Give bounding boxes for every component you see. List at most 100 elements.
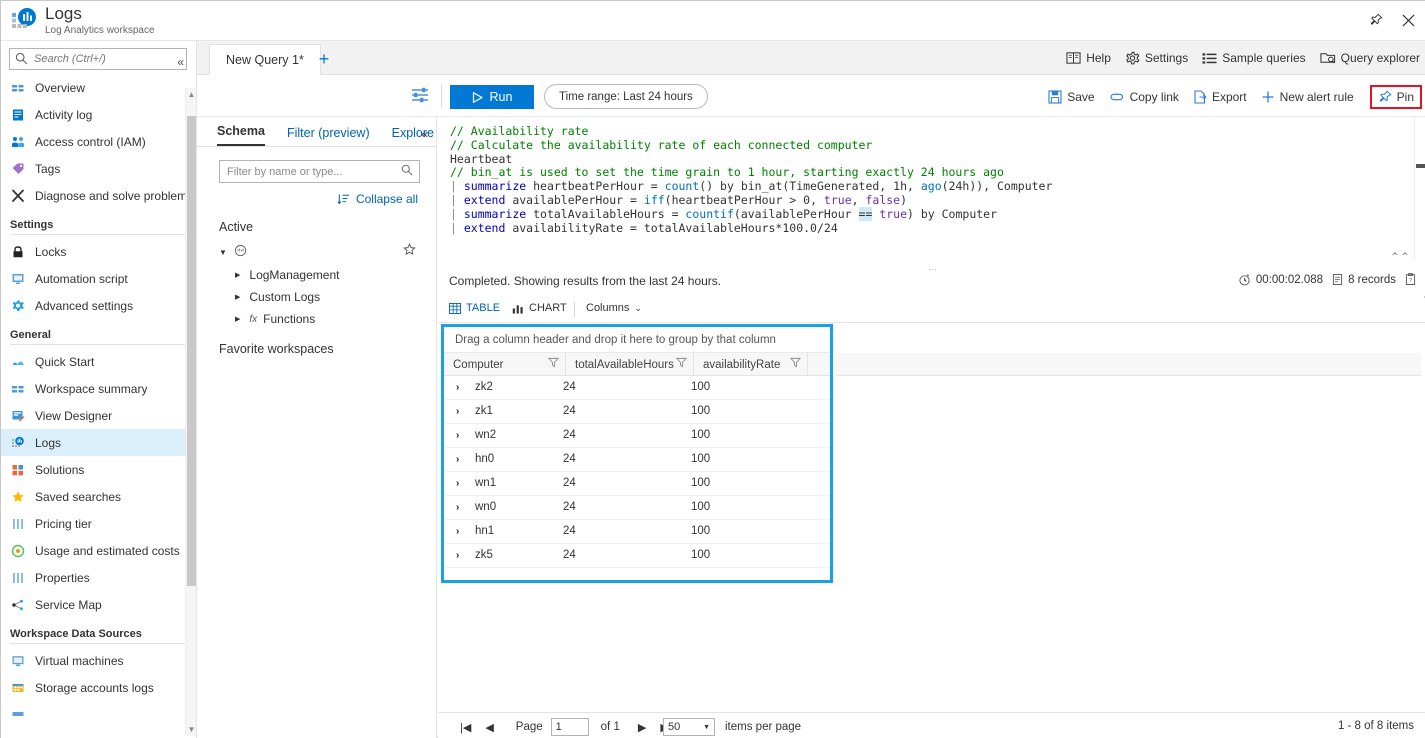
schema-node-functions[interactable]: ▶ fx Functions <box>235 312 436 326</box>
sidebar-item-solutions[interactable]: Solutions <box>1 456 196 483</box>
chevron-down-icon: ⌄ <box>634 303 642 314</box>
close-icon[interactable] <box>1394 6 1422 34</box>
scroll-up-icon[interactable]: ▲ <box>186 88 197 101</box>
sliders-icon[interactable] <box>410 86 432 106</box>
view-table-label: TABLE <box>466 302 500 314</box>
sidebar-item-partial[interactable] <box>1 701 196 728</box>
sidebar-item-quick-start[interactable]: Quick Start <box>1 348 196 375</box>
pin-blade-icon[interactable] <box>1362 6 1390 34</box>
pin-button[interactable]: Pin <box>1370 85 1422 109</box>
chevron-down-icon[interactable]: ▼ <box>219 248 227 257</box>
save-button[interactable]: Save <box>1048 85 1094 109</box>
tab-filter-preview[interactable]: Filter (preview) <box>287 126 370 146</box>
collapse-editor-icon[interactable]: ⌃⌃ <box>1390 250 1410 264</box>
sidebar-item-logs[interactable]: Logs <box>1 429 196 456</box>
tab-new-query-1[interactable]: New Query 1* <box>209 44 321 75</box>
page-title: Logs <box>45 4 155 23</box>
help-button[interactable]: Help <box>1066 47 1111 69</box>
sidebar-collapse-icon[interactable]: « <box>177 55 184 69</box>
clipboard-button[interactable]: ? <box>1405 273 1416 286</box>
settings-button[interactable]: Settings <box>1125 47 1188 69</box>
collapse-all-button[interactable]: Collapse all <box>197 192 418 206</box>
sidebar-item-locks[interactable]: Locks <box>1 238 196 265</box>
plus-icon[interactable]: + <box>312 48 336 70</box>
columns-dropdown[interactable]: Columns ⌄ <box>586 302 642 314</box>
sidebar-item-tags[interactable]: Tags <box>1 155 196 182</box>
sample-queries-button[interactable]: Sample queries <box>1202 47 1305 69</box>
sidebar-item-service-map[interactable]: Service Map <box>1 591 196 618</box>
timer-icon <box>1238 273 1251 286</box>
export-icon <box>1193 90 1207 104</box>
schema-workspace-row[interactable]: ▼ <box>219 244 436 260</box>
sidebar-scrollbar[interactable]: ▲ ▼ <box>185 88 196 736</box>
fx-icon: fx <box>249 314 257 325</box>
table-icon <box>449 303 461 314</box>
editor-resize-handle[interactable]: ⋯ ⌃⌃ <box>438 260 1425 270</box>
copy-link-button[interactable]: Copy link <box>1109 85 1179 109</box>
scrollbar-thumb[interactable] <box>1416 164 1425 168</box>
schema-collapse-icon[interactable]: « <box>421 127 428 141</box>
sidebar-item-usage-costs[interactable]: Usage and estimated costs <box>1 537 196 564</box>
schema-node-logmanagement[interactable]: ▶ LogManagement <box>235 268 436 282</box>
query-tab-strip: New Query 1* + Help Settings Sample quer… <box>197 41 1425 75</box>
sidebar-item-label: Virtual machines <box>35 654 124 668</box>
page-number-input[interactable] <box>551 718 589 736</box>
chevron-right-icon[interactable]: ▶ <box>235 271 240 279</box>
view-table-button[interactable]: TABLE <box>449 302 500 314</box>
page-size-select[interactable]: 50 ▼ <box>663 718 715 736</box>
scrollbar-thumb[interactable] <box>187 116 196 586</box>
chevron-right-icon[interactable]: ▶ <box>235 293 240 301</box>
query-explorer-button[interactable]: Query explorer <box>1320 47 1420 69</box>
sidebar-item-workspace-summary[interactable]: Workspace summary <box>1 375 196 402</box>
next-page-icon[interactable]: ▶ <box>632 721 652 734</box>
sidebar-group-title: Workspace Data Sources <box>1 618 196 643</box>
kql-code[interactable]: // Availability rate // Calculate the av… <box>438 117 1425 235</box>
pin-icon <box>1378 90 1392 104</box>
sidebar-group-title: General <box>1 319 196 344</box>
sidebar-item-advanced-settings[interactable]: Advanced settings <box>1 292 196 319</box>
page-size-control: 50 ▼ items per page <box>663 718 801 736</box>
sidebar-item-virtual-machines[interactable]: Virtual machines <box>1 647 196 674</box>
sidebar-item-label: Service Map <box>35 598 102 612</box>
code-line-7: | summarize totalAvailableHours = counti… <box>450 207 997 221</box>
sidebar-item-storage-accounts-logs[interactable]: Storage accounts logs <box>1 674 196 701</box>
view-designer-icon <box>10 408 26 424</box>
star-outline-icon[interactable] <box>403 243 416 259</box>
first-page-icon[interactable]: |◀ <box>454 721 477 734</box>
sidebar-item-label: Access control (IAM) <box>35 135 146 149</box>
schema-node-custom-logs[interactable]: ▶ Custom Logs <box>235 290 436 304</box>
time-range-picker[interactable]: Time range: Last 24 hours <box>544 84 708 109</box>
title-bar: Logs Log Analytics workspace <box>1 1 1425 41</box>
view-chart-button[interactable]: CHART <box>512 302 567 314</box>
code-line-1: // Availability rate <box>450 124 588 138</box>
sidebar-item-pricing-tier[interactable]: Pricing tier <box>1 510 196 537</box>
sidebar-item-overview[interactable]: Overview <box>1 74 196 101</box>
duration-label: 00:00:02.088 <box>1256 274 1323 286</box>
sidebar-item-saved-searches[interactable]: Saved searches <box>1 483 196 510</box>
sidebar-item-activity-log[interactable]: Activity log <box>1 101 196 128</box>
query-editor[interactable]: // Availability rate // Calculate the av… <box>438 117 1425 260</box>
sidebar-item-access-control[interactable]: Access control (IAM) <box>1 128 196 155</box>
page-label: Page <box>516 721 543 733</box>
sidebar-item-diagnose[interactable]: Diagnose and solve problems <box>1 182 196 209</box>
prev-page-icon[interactable]: ◀ <box>479 721 499 734</box>
sidebar-item-automation-script[interactable]: Automation script <box>1 265 196 292</box>
code-line-5: | summarize heartbeatPerHour = count() b… <box>450 179 1052 193</box>
run-button[interactable]: Run <box>450 85 534 109</box>
new-alert-rule-button[interactable]: New alert rule <box>1261 85 1354 109</box>
page-subtitle: Log Analytics workspace <box>45 24 155 37</box>
query-duration: 00:00:02.088 <box>1238 273 1323 286</box>
sidebar-item-properties[interactable]: Properties <box>1 564 196 591</box>
editor-scrollbar[interactable] <box>1414 117 1425 260</box>
schema-filter-input[interactable] <box>219 160 420 183</box>
tab-schema[interactable]: Schema <box>217 124 265 146</box>
chevron-right-icon[interactable]: ▶ <box>235 315 240 323</box>
sample-queries-label: Sample queries <box>1222 51 1305 65</box>
search-input[interactable] <box>9 48 187 70</box>
export-button[interactable]: Export <box>1193 85 1247 109</box>
scroll-down-icon[interactable]: ▼ <box>186 723 197 736</box>
sidebar-item-view-designer[interactable]: View Designer <box>1 402 196 429</box>
tag-icon <box>10 161 26 177</box>
schema-node-label: Functions <box>263 312 315 326</box>
results-meta: 00:00:02.088 8 records ? <box>1238 273 1416 286</box>
